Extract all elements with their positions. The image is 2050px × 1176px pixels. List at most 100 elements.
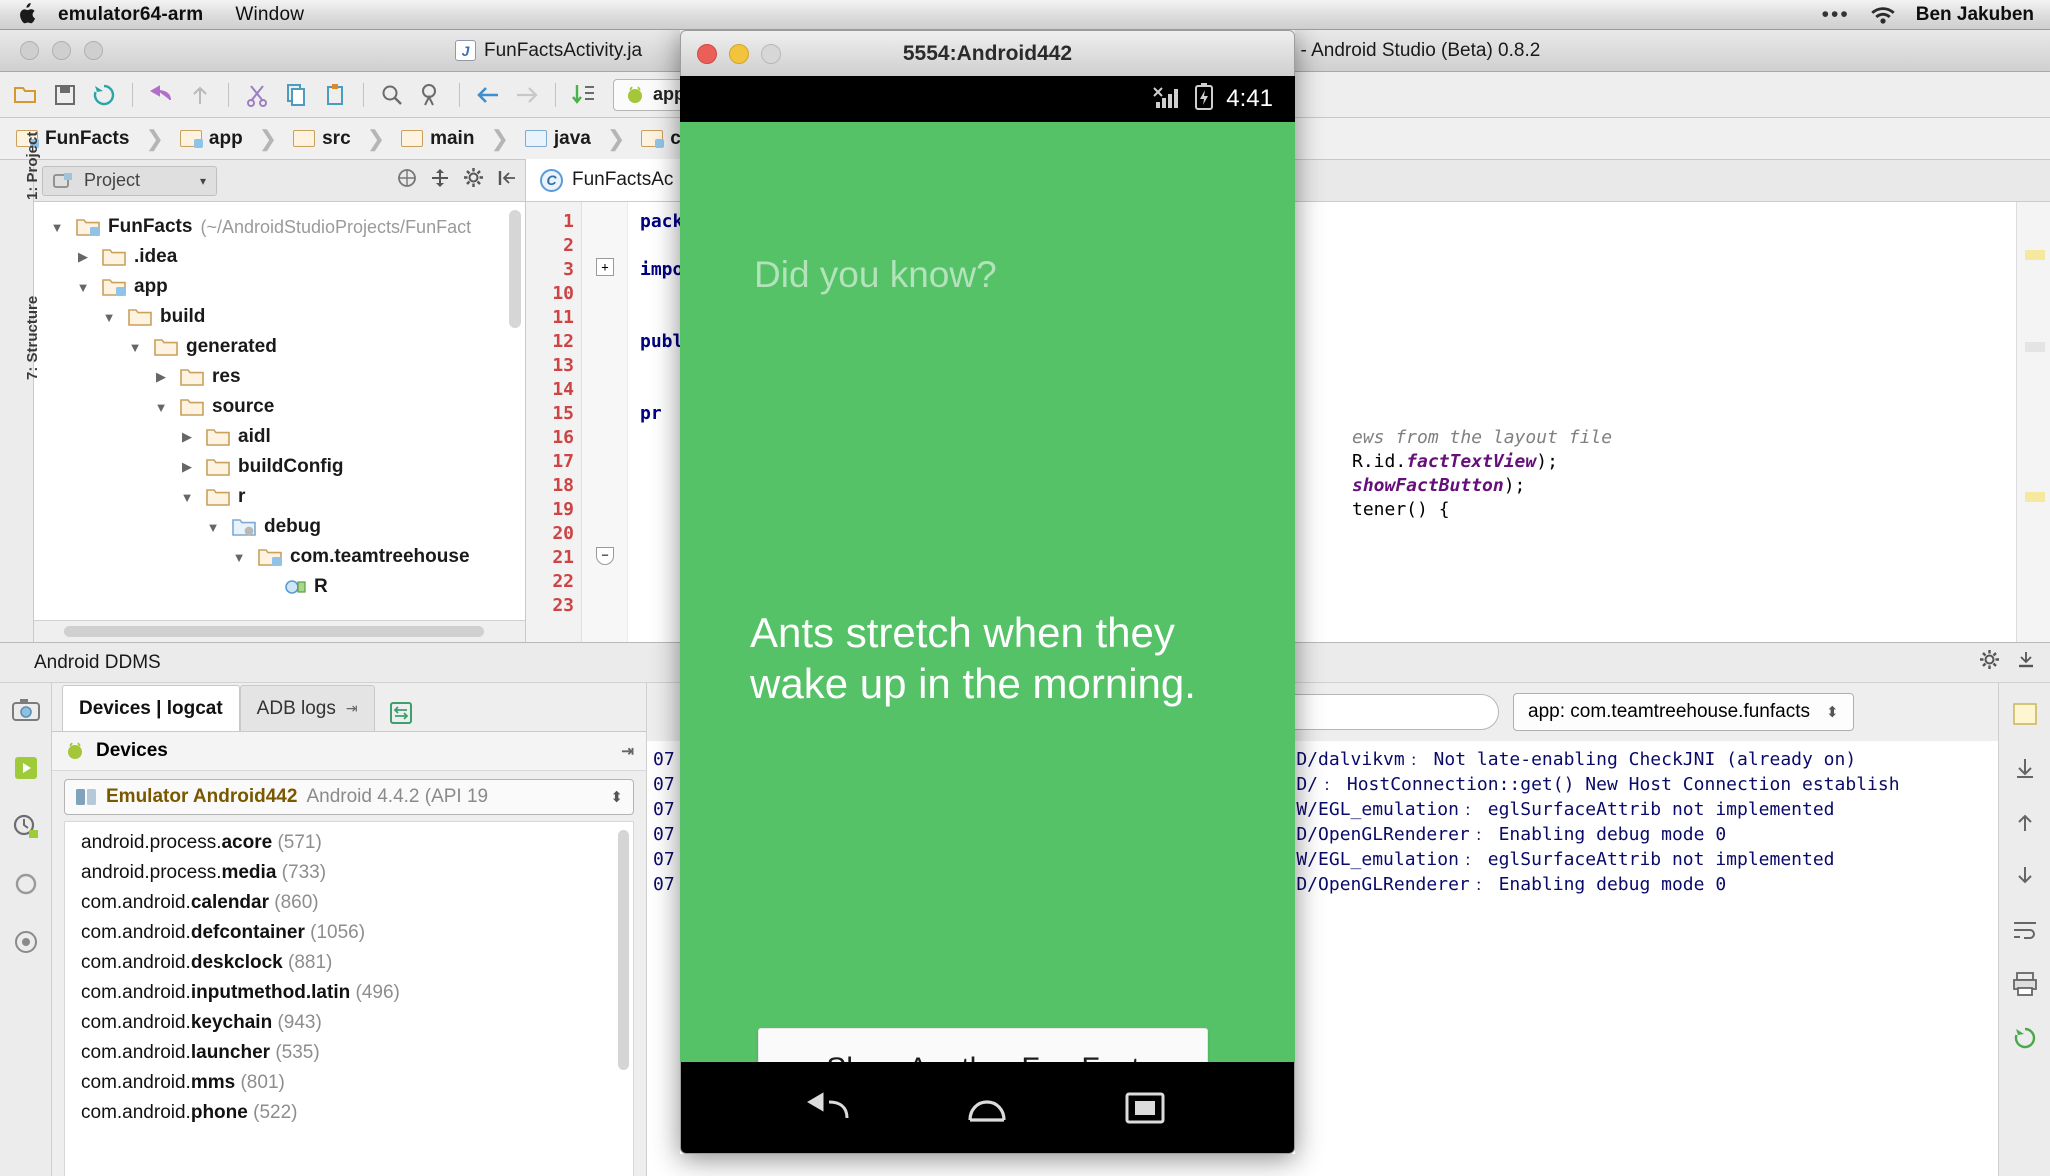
wifi-icon[interactable] (1870, 5, 1896, 24)
mac-menu-window[interactable]: Window (235, 4, 304, 26)
breadcrumb-item[interactable]: src ❯ (287, 126, 395, 152)
fold-expand-icon[interactable]: + (596, 258, 614, 276)
move-up-icon[interactable] (2008, 805, 2042, 839)
editor-fold-column[interactable]: + − − (582, 202, 628, 642)
tree-collapse-arrow-icon[interactable]: ▼ (202, 520, 224, 535)
project-tree-node[interactable]: ▼ debug (34, 512, 525, 542)
rail-tab-project[interactable]: 1: Project (24, 132, 41, 200)
project-tree-node[interactable]: ▶ buildConfig (34, 452, 525, 482)
project-tree-node[interactable]: ▼ source (34, 392, 525, 422)
undo-icon[interactable] (143, 78, 179, 112)
project-view-selector[interactable]: Project ▾ (42, 165, 217, 196)
tree-collapse-arrow-icon[interactable]: ▼ (98, 310, 120, 325)
paste-icon[interactable] (317, 78, 353, 112)
project-tree-node[interactable]: ▶ .idea (34, 242, 525, 272)
print-icon[interactable] (2008, 967, 2042, 1001)
devices-restore-icon[interactable]: ⇥ (621, 742, 634, 760)
terminate-icon[interactable] (9, 867, 43, 901)
gear-icon[interactable] (463, 167, 484, 194)
expand-all-icon[interactable] (430, 168, 450, 194)
tree-expand-arrow-icon[interactable]: ▶ (176, 429, 198, 445)
project-tree-node[interactable]: ▼ build (34, 302, 525, 332)
project-tree-node[interactable]: ▶ aidl (34, 422, 525, 452)
project-tree-node[interactable]: ▼ com.teamtreehouse (34, 542, 525, 572)
mac-menu-app-name[interactable]: emulator64-arm (58, 4, 203, 26)
stepper-icon[interactable]: ⬍ (1826, 703, 1839, 721)
tree-expand-arrow-icon[interactable]: ▶ (72, 249, 94, 265)
process-row[interactable]: android.process.acore (571) (65, 828, 633, 858)
project-tree-node[interactable]: R (34, 572, 525, 602)
collapse-all-icon[interactable] (397, 168, 417, 194)
save-all-icon[interactable] (47, 78, 83, 112)
project-tree-node[interactable]: ▼ app (34, 272, 525, 302)
project-tree[interactable]: ▼ FunFacts (~/AndroidStudioProjects/FunFac… (34, 202, 525, 620)
ddms-hide-icon[interactable] (2016, 649, 2036, 676)
back-icon[interactable] (800, 1085, 860, 1131)
tree-collapse-arrow-icon[interactable]: ▼ (124, 340, 146, 355)
tree-collapse-arrow-icon[interactable]: ▼ (176, 490, 198, 505)
logcat-app-filter[interactable]: app: com.teamtreehouse.funfacts ⬍ (1513, 693, 1854, 731)
process-row[interactable]: android.process.media (733) (65, 858, 633, 888)
breadcrumb-item[interactable]: java ❯ (519, 126, 635, 152)
mac-menu-username[interactable]: Ben Jakuben (1916, 4, 2034, 26)
recents-icon[interactable] (1115, 1085, 1175, 1131)
process-row[interactable]: com.android.deskclock (881) (65, 948, 633, 978)
tree-expand-arrow-icon[interactable]: ▶ (176, 459, 198, 475)
editor-tab-funfactsactivity[interactable]: C FunFactsAc (526, 159, 689, 201)
process-row[interactable]: com.android.defcontainer (1056) (65, 918, 633, 948)
back-navigate-icon[interactable] (470, 78, 506, 112)
marker-warning[interactable] (2025, 250, 2045, 260)
project-tree-node[interactable]: ▼ FunFacts (~/AndroidStudioProjects/FunFac… (34, 212, 525, 242)
process-row[interactable]: com.android.mms (801) (65, 1068, 633, 1098)
system-info-icon[interactable] (9, 809, 43, 843)
ddms-connect-icon[interactable] (389, 701, 413, 731)
gc-icon[interactable] (9, 925, 43, 959)
restore-tab-icon[interactable]: ⇥ (346, 700, 358, 717)
cut-icon[interactable] (239, 78, 275, 112)
tree-expand-arrow-icon[interactable]: ▶ (150, 369, 172, 385)
process-row[interactable]: com.android.keychain (943) (65, 1008, 633, 1038)
project-tree-node[interactable]: ▶ res (34, 362, 525, 392)
project-tree-scrollbar[interactable] (509, 210, 521, 328)
tree-collapse-arrow-icon[interactable]: ▼ (72, 280, 94, 295)
emulator-window[interactable]: 5554:Android442 4:41 Did you know? Ants … (680, 30, 1295, 1154)
home-icon[interactable] (957, 1085, 1017, 1131)
sync-project-icon[interactable] (566, 78, 602, 112)
as-minimize-button[interactable] (52, 41, 71, 60)
process-row[interactable]: com.android.calendar (860) (65, 888, 633, 918)
tree-collapse-arrow-icon[interactable]: ▼ (150, 400, 172, 415)
editor-marker-strip[interactable] (2016, 202, 2050, 642)
as-close-button[interactable] (20, 41, 39, 60)
as-zoom-button[interactable] (84, 41, 103, 60)
hide-panel-icon[interactable] (497, 168, 517, 194)
tree-collapse-arrow-icon[interactable]: ▼ (228, 550, 250, 565)
replace-icon[interactable] (413, 78, 449, 112)
breadcrumb-item[interactable]: main ❯ (395, 126, 519, 152)
emulator-title-bar[interactable]: 5554:Android442 (680, 30, 1295, 76)
marker-warning-2[interactable] (2025, 492, 2045, 502)
notes-icon[interactable] (2008, 697, 2042, 731)
scroll-to-end-icon[interactable] (2008, 751, 2042, 785)
open-folder-icon[interactable] (8, 78, 44, 112)
fold-collapse-icon[interactable]: − (596, 547, 614, 565)
wrap-text-icon[interactable] (2008, 913, 2042, 947)
project-tree-hscrollbar[interactable] (34, 620, 525, 642)
restart-logcat-icon[interactable] (2008, 1021, 2042, 1055)
process-list[interactable]: android.process.acore (571) android.proce… (64, 821, 634, 1176)
show-fact-button[interactable]: Show Another Fun Fact (758, 1028, 1208, 1062)
tab-devices-logcat[interactable]: Devices | logcat (62, 685, 240, 731)
screenshot-icon[interactable] (9, 693, 43, 727)
emulator-nav-bar[interactable] (680, 1062, 1295, 1154)
move-down-icon[interactable] (2008, 859, 2042, 893)
device-selector[interactable]: Emulator Android442 Android 4.4.2 (API 1… (64, 779, 634, 815)
process-row[interactable]: com.android.launcher (535) (65, 1038, 633, 1068)
menu-extras-dots-icon[interactable]: ••• (1822, 3, 1850, 27)
chevron-down-icon[interactable]: ▾ (200, 174, 206, 188)
stepper-icon[interactable]: ⬍ (610, 788, 623, 806)
as-traffic-lights[interactable] (0, 41, 103, 60)
process-row[interactable]: com.android.phone (522) (65, 1098, 633, 1128)
apple-logo-icon[interactable] (16, 2, 36, 25)
ddms-settings-icon[interactable] (1979, 649, 2000, 676)
copy-icon[interactable] (278, 78, 314, 112)
marker-generic[interactable] (2025, 342, 2045, 352)
